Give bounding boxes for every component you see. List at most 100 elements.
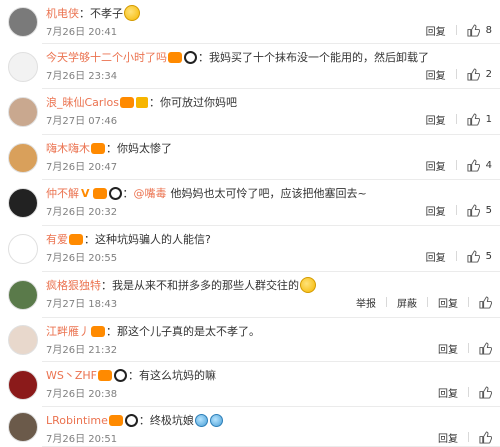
like-button[interactable] [479,341,493,355]
avatar[interactable] [8,52,38,82]
comment-colon: ： [138,414,150,427]
vip-badge-icon: V [81,186,90,200]
comment-content: LRobintime ：终极坑娘 [46,411,224,429]
thumbs-up-icon [479,295,493,309]
username-link[interactable]: 机电侠 [46,5,79,21]
comment-item: WS丶ZHF ：有这么坑妈的嘛 7月26日 20:38 回复 [0,362,500,407]
reply-button[interactable]: 回复 [438,385,458,400]
username-link[interactable]: 江畔雁丿 [46,323,90,339]
like-button[interactable] [479,430,493,444]
comment-time: 7月26日 20:51 [46,433,118,445]
comment-text: 他妈妈也太可怜了吧，应该把他塞回去~ [170,187,367,200]
like-button[interactable]: 1 [467,112,492,126]
avatar[interactable] [8,188,38,218]
comment-item: LRobintime ：终极坑娘 7月26日 20:51 回复 [0,407,500,447]
comment-colon: ： [106,325,117,338]
username-link[interactable]: 浪_昧仙Carlos [46,94,119,110]
comment-item: 江畔雁丿 ：那这个儿子真的是太不孝了。 7月26日 21:32 回复 [0,318,500,362]
reply-button[interactable]: 回复 [438,341,458,356]
thumbs-up-icon [467,203,480,217]
username-link[interactable]: 疯格狠独特 [46,277,101,293]
comment-content: 机电侠：不孝子 [46,4,141,22]
like-button[interactable] [479,295,493,309]
comment-item: 嗨木嗨木 ：你妈太惨了 7月26日 20:47 回复 4 [0,135,500,180]
like-button[interactable]: 2 [467,67,492,81]
thumbs-up-icon [479,341,493,355]
comment-colon: ： [106,142,117,155]
comment-actions: 回复 1 [416,111,492,127]
comment-item: 疯格狠独特：我是从来不和拼多多的那些人群交往的 7月27日 18:43 举报 屏蔽 回复 [0,272,500,318]
comment-item: 仲不解 V ： @嘴毒 他妈妈也太可怜了吧，应该把他塞回去~ 7月26日 20:32 回复 5 [0,180,500,226]
reply-button[interactable]: 回复 [426,249,446,264]
avatar[interactable] [8,325,38,355]
comment-colon: ： [122,187,134,200]
comment-actions: 回复 [428,340,493,356]
panda-emoji-icon [108,186,122,200]
thumbs-up-icon [467,67,480,81]
action-separator [386,297,387,307]
comment-text: 不孝子 [90,7,123,20]
like-button[interactable] [479,385,493,399]
username-link[interactable]: LRobintime [46,414,108,427]
avatar[interactable] [8,143,38,173]
username-link[interactable]: WS丶ZHF [46,367,97,383]
avatar[interactable] [8,370,38,400]
like-button[interactable]: 4 [467,158,492,172]
action-separator [455,160,457,170]
like-button[interactable]: 5 [467,203,492,217]
comment-actions: 回复 [428,429,493,445]
crying-emoji-icon [194,413,208,427]
comment-actions: 回复 8 [416,22,492,38]
comment-content: 有爱 ：这种坑妈骗人的人能信? [46,230,211,248]
avatar[interactable] [8,234,38,264]
username-link[interactable]: 仲不解 [46,185,79,201]
username-link[interactable]: 今天学够十二个小时了吗 [46,49,167,65]
comment-time: 7月26日 21:32 [46,344,118,356]
comment-item: 有爱 ：这种坑妈骗人的人能信? 7月26日 20:55 回复 5 [0,226,500,272]
avatar[interactable] [8,7,38,37]
reply-button[interactable]: 回复 [438,295,458,310]
action-separator [468,297,469,307]
comment-time: 7月26日 20:32 [46,206,118,218]
action-separator [468,343,469,353]
comment-time: 7月26日 20:47 [46,161,118,173]
thumbs-up-icon [467,112,480,126]
reply-button[interactable]: 回复 [426,67,446,82]
avatar[interactable] [8,412,38,442]
reply-button[interactable]: 回复 [426,112,446,127]
block-button[interactable]: 屏蔽 [397,295,417,310]
reply-button[interactable]: 回复 [426,203,446,218]
comment-item: 浪_昧仙Carlos ：你可放过你妈吧 7月27日 07:46 回复 1 [0,89,500,135]
username-link[interactable]: 有爱 [46,231,68,247]
level-badge-icon [91,325,105,337]
action-separator [468,387,469,397]
avatar[interactable] [8,280,38,310]
thumbs-up-icon [479,385,493,399]
level-badge-icon [91,142,105,154]
like-count: 2 [485,68,492,80]
comment-time: 7月27日 07:46 [46,115,118,127]
comment-content: 浪_昧仙Carlos ：你可放过你妈吧 [46,93,237,111]
mention-link[interactable]: @嘴毒 [134,185,167,201]
reply-button[interactable]: 回复 [426,158,446,173]
level-badge-icon [119,96,134,108]
reply-button[interactable]: 回复 [426,23,446,38]
thumbs-up-icon [467,23,480,37]
comment-time: 7月26日 20:38 [46,388,118,400]
action-separator [427,297,428,307]
comment-text: 有这么坑妈的嘛 [139,369,216,382]
reply-button[interactable]: 回复 [438,430,458,445]
like-button[interactable]: 8 [467,23,492,37]
comment-text: 你可放过你妈吧 [159,96,237,109]
username-link[interactable]: 嗨木嗨木 [46,140,90,156]
panda-emoji-icon [124,413,138,427]
report-button[interactable]: 举报 [356,295,376,310]
grin-emoji-icon [300,277,316,293]
level-badge-icon [108,414,123,426]
comment-content: WS丶ZHF ：有这么坑妈的嘛 [46,366,216,384]
like-count: 8 [485,24,492,36]
comment-colon: ： [101,279,112,292]
avatar[interactable] [8,97,38,127]
like-button[interactable]: 5 [467,249,492,263]
thumbs-up-icon [467,249,480,263]
